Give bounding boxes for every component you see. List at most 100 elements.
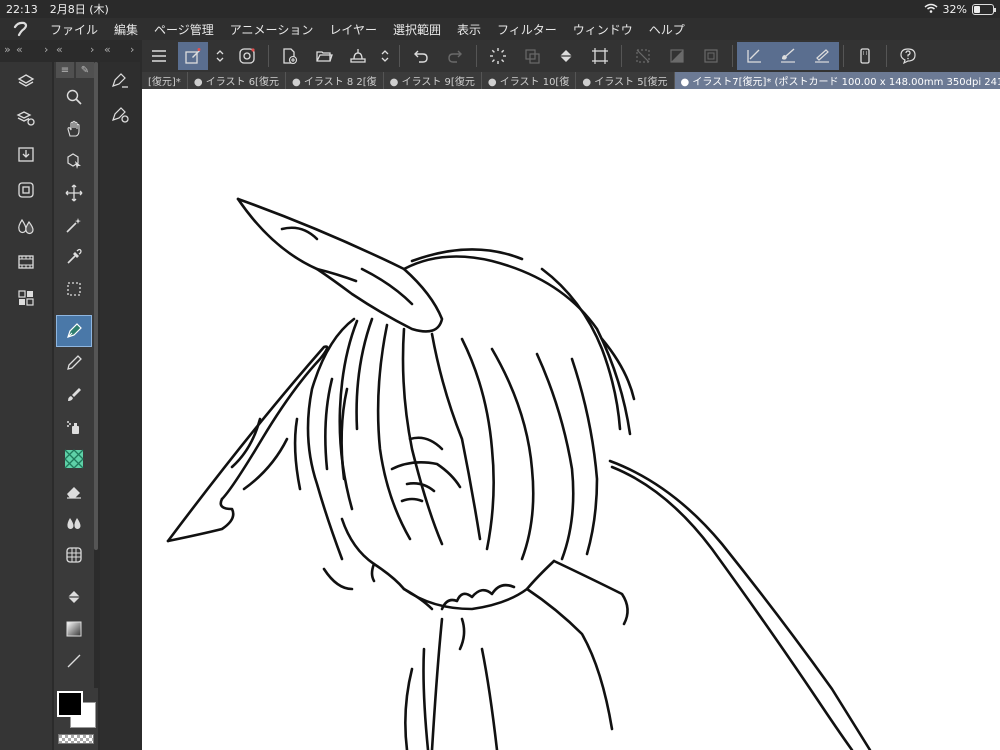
document-tab[interactable]: ● イラスト 10[復 [482, 72, 577, 89]
document-tabs: [復元]* ● イラスト 6[復元 ● イラスト 8 2[復 ● イラスト 9[… [142, 72, 1000, 89]
menu-help[interactable]: ヘルプ [641, 21, 693, 38]
pen-icon[interactable] [56, 315, 92, 347]
pen-stroke-icon[interactable] [807, 42, 837, 70]
toolbar-separator [843, 45, 844, 67]
hand-icon[interactable] [57, 114, 91, 144]
eyedropper-icon[interactable] [57, 242, 91, 272]
open-folder-icon[interactable] [309, 42, 339, 70]
tool-palette-tabs: ≡ ✎ [54, 62, 94, 80]
transform-icon[interactable] [517, 42, 547, 70]
document-tab[interactable]: ● イラスト 9[復元 [384, 72, 482, 89]
color-mix-icon[interactable] [0, 208, 52, 244]
chevron-right-icon[interactable]: › [90, 43, 94, 56]
hamburger-menu-icon[interactable] [144, 42, 174, 70]
clear-selection-icon[interactable] [628, 42, 658, 70]
collapse-icon[interactable]: « [56, 43, 63, 56]
chevron-right-icon[interactable]: › [44, 43, 48, 56]
menu-icon[interactable]: ≡ [56, 62, 74, 78]
airbrush-icon[interactable] [57, 412, 91, 442]
status-bar: 22:13 2月8日 (木) 32% [0, 0, 1000, 18]
smartphone-connect-icon[interactable] [850, 42, 880, 70]
brush-icon[interactable] [57, 380, 91, 410]
menu-edit[interactable]: 編集 [106, 21, 146, 38]
figure-icon[interactable] [57, 540, 91, 570]
zoom-icon[interactable] [57, 82, 91, 112]
sketch-artwork [166, 197, 872, 750]
eraser-icon[interactable] [57, 476, 91, 506]
document-tab[interactable]: ● イラスト 8 2[復 [286, 72, 384, 89]
date: 2月8日 (木) [49, 3, 109, 16]
companion-icon[interactable] [232, 42, 262, 70]
battery-icon [972, 3, 996, 15]
menu-page[interactable]: ページ管理 [146, 21, 222, 38]
battery-percent: 32% [942, 2, 967, 16]
help-icon[interactable] [893, 42, 923, 70]
tool-separator [54, 306, 94, 314]
pencil-icon[interactable] [57, 348, 91, 378]
chevron-updown-icon[interactable] [212, 42, 228, 70]
fill-bucket-icon[interactable] [551, 42, 581, 70]
undo-icon[interactable] [406, 42, 436, 70]
line-icon[interactable] [57, 646, 91, 676]
tool-property-icon[interactable] [103, 100, 137, 130]
collapse-icon[interactable]: « [16, 43, 23, 56]
document-tab[interactable]: ● イラスト 6[復元 [188, 72, 286, 89]
document-tab-active[interactable]: ● イラスト7[復元]* (ポストカード 100.00 x 148.00mm 3… [674, 72, 1000, 89]
menu-file[interactable]: ファイル [42, 21, 106, 38]
document-tab[interactable]: [復元]* [142, 72, 188, 89]
pen-tab-icon[interactable]: ✎ [76, 62, 94, 78]
blend-icon[interactable] [57, 508, 91, 538]
invert-selection-icon[interactable] [662, 42, 692, 70]
menu-view[interactable]: 表示 [449, 21, 489, 38]
side-panel-bar [0, 62, 52, 750]
toolbar-separator [621, 45, 622, 67]
move-icon[interactable] [57, 178, 91, 208]
sub-tool-pen-icon[interactable] [103, 66, 137, 96]
toolbar-separator [399, 45, 400, 67]
menu-bar: ファイル 編集 ページ管理 アニメーション レイヤー 選択範囲 表示 フィルター… [0, 18, 1000, 40]
timeline-icon[interactable] [0, 244, 52, 280]
decoration-icon[interactable] [57, 444, 91, 474]
edit-mode-icon[interactable] [178, 42, 208, 70]
loading-spinner-icon[interactable] [483, 42, 513, 70]
menu-selection[interactable]: 選択範囲 [385, 21, 449, 38]
tool-scrollbar[interactable] [94, 62, 98, 550]
transparent-color-swatch[interactable] [58, 734, 94, 744]
redo-icon[interactable] [440, 42, 470, 70]
layers-icon[interactable] [0, 64, 52, 100]
brush-stroke-icon[interactable] [773, 42, 803, 70]
new-file-icon[interactable] [275, 42, 305, 70]
navigator-icon[interactable] [0, 172, 52, 208]
ruler-icon[interactable] [739, 42, 769, 70]
toolbar-separator [732, 45, 733, 67]
panel-collapse-row: » « › « › « › [0, 40, 140, 60]
collapse-icon[interactable]: « [104, 43, 111, 56]
material-download-icon[interactable] [0, 136, 52, 172]
stabilization-group [737, 42, 839, 70]
menu-animation[interactable]: アニメーション [222, 21, 322, 38]
selection-icon[interactable] [57, 274, 91, 304]
menu-window[interactable]: ウィンドウ [565, 21, 641, 38]
menu-filter[interactable]: フィルター [489, 21, 565, 38]
document-tab[interactable]: ● イラスト 5[復元 [576, 72, 675, 89]
main-color-swatch[interactable] [57, 691, 83, 717]
color-swatches [54, 688, 98, 750]
material-icon[interactable] [0, 280, 52, 316]
border-icon[interactable] [696, 42, 726, 70]
drawing-canvas[interactable] [142, 89, 1000, 750]
chevron-updown-icon[interactable] [377, 42, 393, 70]
app-logo-icon[interactable] [0, 21, 42, 37]
object-select-icon[interactable] [57, 146, 91, 176]
auto-select-icon[interactable] [57, 210, 91, 240]
chevron-right-icon[interactable]: › [130, 43, 134, 56]
clock: 22:13 [6, 2, 38, 16]
tool-palette: ≡ ✎ [54, 62, 94, 750]
expand-icon[interactable]: » [4, 43, 11, 56]
save-icon[interactable] [343, 42, 373, 70]
toolbar-separator [886, 45, 887, 67]
menu-layer[interactable]: レイヤー [321, 21, 385, 38]
layer-property-icon[interactable] [0, 100, 52, 136]
crop-icon[interactable] [585, 42, 615, 70]
fill-icon[interactable] [57, 582, 91, 612]
gradient-icon[interactable] [57, 614, 91, 644]
